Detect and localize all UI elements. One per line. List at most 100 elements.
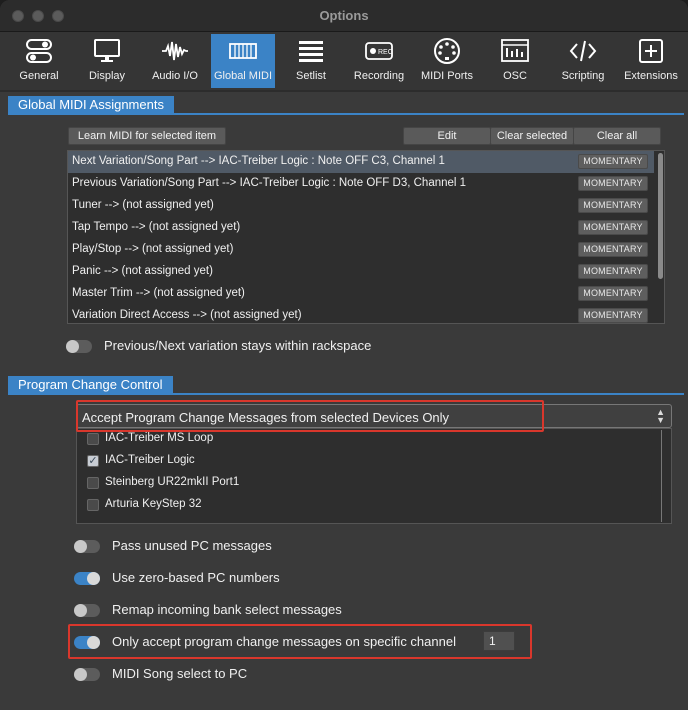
assignment-text: Previous Variation/Song Part --> IAC-Tre… [72, 177, 467, 189]
device-item[interactable]: ✓ IAC-Treiber Logic [87, 451, 647, 471]
assignment-text: Play/Stop --> (not assigned yet) [72, 243, 234, 255]
momentary-button[interactable]: MOMENTARY [578, 264, 648, 279]
tab-scripting[interactable]: Scripting [552, 34, 614, 88]
midi-port-icon [432, 38, 462, 64]
remap-bank-select-toggle[interactable] [74, 604, 100, 617]
tab-extensions[interactable]: Extensions [619, 34, 683, 88]
title-bar: Options [0, 0, 688, 32]
keyboard-icon [228, 38, 258, 64]
updown-chevron-icon: ▲ ▼ [656, 407, 665, 425]
highlight-box [76, 400, 544, 432]
toggles-icon [24, 38, 54, 64]
momentary-button[interactable]: MOMENTARY [578, 220, 648, 235]
pass-unused-pc-label: Pass unused PC messages [112, 538, 272, 553]
clear-all-button[interactable]: Clear all [573, 127, 661, 145]
assignment-row[interactable]: Master Trim --> (not assigned yet) MOMEN… [68, 283, 654, 305]
momentary-button[interactable]: MOMENTARY [578, 242, 648, 257]
zero-based-pc-toggle[interactable] [74, 572, 100, 585]
tab-display-label: Display [88, 70, 126, 82]
stay-within-rackspace-toggle[interactable] [66, 340, 92, 353]
momentary-button[interactable]: MOMENTARY [578, 154, 648, 169]
assignment-row[interactable]: Previous Variation/Song Part --> IAC-Tre… [68, 173, 654, 195]
song-select-to-pc-label: MIDI Song select to PC [112, 666, 248, 681]
assignment-row[interactable]: Variation Direct Access --> (not assigne… [68, 305, 654, 323]
code-icon [568, 38, 598, 64]
tab-osc[interactable]: OSC [484, 34, 546, 88]
toggle-knob [74, 604, 87, 617]
edit-button[interactable]: Edit [403, 127, 491, 145]
device-item[interactable]: IAC-Treiber MS Loop [87, 429, 647, 449]
toggle-knob [87, 572, 100, 585]
song-select-to-pc-toggle[interactable] [74, 668, 100, 681]
global-midi-assignments-title: Global MIDI Assignments [8, 96, 174, 114]
toggle-knob [74, 540, 87, 553]
zero-based-pc-label: Use zero-based PC numbers [112, 570, 280, 585]
assignment-text: Next Variation/Song Part --> IAC-Treiber… [72, 155, 445, 167]
list-icon [296, 38, 326, 64]
assignment-text: Variation Direct Access --> (not assigne… [72, 309, 302, 321]
assignment-text: Master Trim --> (not assigned yet) [72, 287, 245, 299]
remap-bank-select-label: Remap incoming bank select messages [112, 602, 342, 617]
svg-text:REC: REC [378, 49, 393, 56]
osc-icon [500, 38, 530, 64]
pass-unused-pc-toggle[interactable] [74, 540, 100, 553]
device-item[interactable]: Arturia KeyStep 32 [87, 495, 647, 515]
window-title: Options [319, 8, 369, 23]
device-checkbox[interactable] [87, 433, 99, 445]
tab-scripting-label: Scripting [561, 70, 605, 82]
assignment-text: Panic --> (not assigned yet) [72, 265, 213, 277]
program-change-title: Program Change Control [8, 376, 173, 394]
tab-global-midi-label: Global MIDI [213, 70, 273, 82]
highlight-box [68, 624, 532, 659]
tab-audio-io[interactable]: Audio I/O [144, 34, 206, 88]
program-change-header: Program Change Control [4, 376, 688, 396]
assignment-list-scrollbar[interactable] [658, 153, 663, 279]
momentary-button[interactable]: MOMENTARY [578, 198, 648, 213]
assignment-row[interactable]: Tap Tempo --> (not assigned yet) MOMENTA… [68, 217, 654, 239]
tab-display[interactable]: Display [76, 34, 138, 88]
tab-recording[interactable]: REC Recording [348, 34, 410, 88]
global-midi-assignments-header: Global MIDI Assignments [4, 96, 688, 116]
device-name: Steinberg UR22mkII Port1 [105, 476, 240, 488]
device-list-scrollbar[interactable] [661, 430, 662, 522]
tab-extensions-label: Extensions [624, 70, 678, 82]
tab-global-midi[interactable]: Global MIDI [211, 34, 275, 88]
section-underline [8, 393, 684, 395]
options-window: Options General Display Audio I/O Global… [0, 0, 688, 710]
momentary-button[interactable]: MOMENTARY [578, 176, 648, 191]
device-checkbox[interactable] [87, 477, 99, 489]
device-checkbox[interactable]: ✓ [87, 455, 99, 467]
assignment-text: Tap Tempo --> (not assigned yet) [72, 221, 241, 233]
global-midi-panel: Global MIDI Assignments Learn MIDI for s… [0, 92, 688, 710]
tab-recording-label: Recording [353, 70, 405, 82]
assignment-row[interactable]: Tuner --> (not assigned yet) MOMENTARY [68, 195, 654, 217]
device-checkbox[interactable] [87, 499, 99, 511]
tab-midi-ports[interactable]: MIDI Ports [416, 34, 478, 88]
monitor-icon [92, 38, 122, 64]
assignment-row[interactable]: Next Variation/Song Part --> IAC-Treiber… [68, 151, 654, 173]
tab-general[interactable]: General [8, 34, 70, 88]
device-name: IAC-Treiber Logic [105, 454, 195, 466]
assignment-row[interactable]: Play/Stop --> (not assigned yet) MOMENTA… [68, 239, 654, 261]
device-name: IAC-Treiber MS Loop [105, 432, 214, 444]
device-name: Arturia KeyStep 32 [105, 498, 202, 510]
clear-selected-button[interactable]: Clear selected [490, 127, 574, 145]
toggle-knob [66, 340, 79, 353]
momentary-button[interactable]: MOMENTARY [578, 286, 648, 301]
tab-setlist[interactable]: Setlist [280, 34, 342, 88]
waveform-icon [160, 38, 190, 64]
preferences-toolbar: General Display Audio I/O Global MIDI Se… [0, 32, 688, 90]
assignment-list: Next Variation/Song Part --> IAC-Treiber… [67, 150, 665, 324]
momentary-button[interactable]: MOMENTARY [578, 308, 648, 323]
tab-general-label: General [19, 70, 59, 82]
learn-midi-button[interactable]: Learn MIDI for selected item [68, 127, 226, 145]
tab-osc-label: OSC [503, 70, 527, 82]
plus-box-icon [636, 38, 666, 64]
tab-midi-ports-label: MIDI Ports [421, 70, 473, 82]
tab-setlist-label: Setlist [296, 70, 326, 82]
device-item[interactable]: Steinberg UR22mkII Port1 [87, 473, 647, 493]
assignment-row[interactable]: Panic --> (not assigned yet) MOMENTARY [68, 261, 654, 283]
record-icon: REC [364, 38, 394, 64]
toggle-knob [74, 668, 87, 681]
assignment-text: Tuner --> (not assigned yet) [72, 199, 214, 211]
